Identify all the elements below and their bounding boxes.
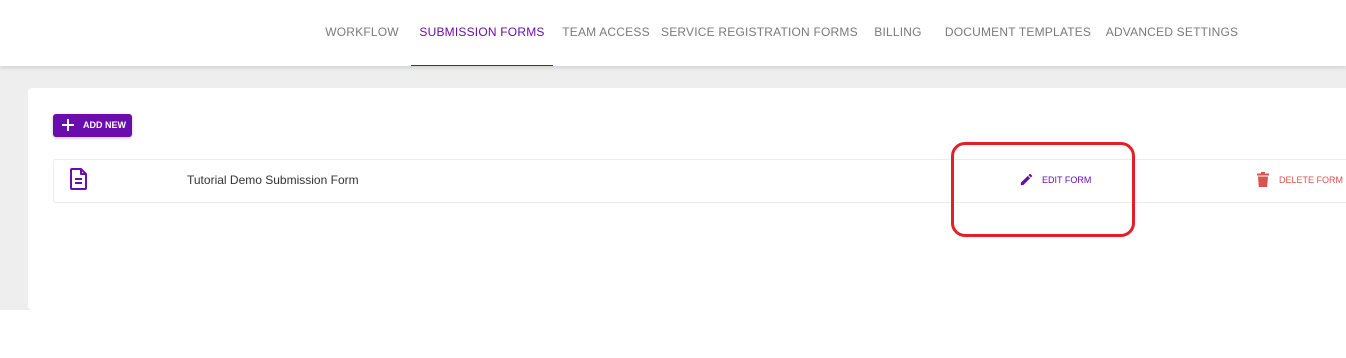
tab-billing[interactable]: BILLING bbox=[862, 0, 934, 66]
tab-team-access[interactable]: TEAM ACCESS bbox=[554, 0, 658, 66]
tab-document-templates[interactable]: DOCUMENT TEMPLATES bbox=[938, 0, 1098, 66]
tab-advanced-settings[interactable]: ADVANCED SETTINGS bbox=[1100, 0, 1244, 66]
top-navigation-bar: WORKFLOW SUBMISSION FORMS TEAM ACCESS SE… bbox=[0, 0, 1346, 66]
tab-service-registration-forms[interactable]: SERVICE REGISTRATION FORMS bbox=[661, 0, 858, 66]
trash-icon bbox=[1257, 172, 1269, 187]
edit-form-label: EDIT FORM bbox=[1042, 175, 1092, 185]
add-new-button[interactable]: ADD NEW bbox=[53, 114, 132, 137]
document-icon bbox=[70, 168, 87, 190]
tab-submission-forms[interactable]: SUBMISSION FORMS bbox=[411, 0, 553, 66]
form-name: Tutorial Demo Submission Form bbox=[187, 173, 359, 187]
add-new-label: ADD NEW bbox=[83, 120, 126, 130]
delete-form-label: DELETE FORM bbox=[1279, 175, 1344, 185]
plus-icon bbox=[62, 119, 74, 131]
pencil-icon bbox=[1020, 173, 1033, 186]
tab-workflow[interactable]: WORKFLOW bbox=[314, 0, 410, 66]
